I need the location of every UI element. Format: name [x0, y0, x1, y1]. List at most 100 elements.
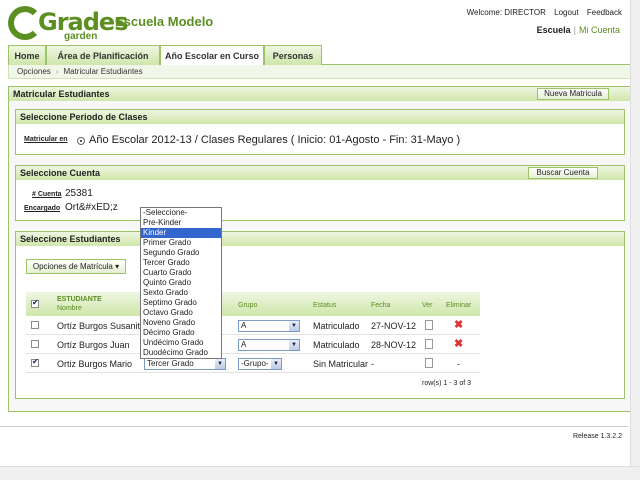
divider: |	[573, 25, 576, 35]
grupo-value: -Grupo-	[241, 359, 269, 368]
opciones-matricula-button[interactable]: Opciones de Matrícula ▾	[26, 259, 126, 274]
buscar-cuenta-button[interactable]: Buscar Cuenta	[528, 167, 598, 179]
status-text: Matriculado	[313, 340, 360, 350]
date-text: 28-NOV-12	[371, 340, 417, 350]
encargado-label: Encargado	[24, 205, 61, 212]
col-fecha[interactable]: Fecha	[371, 302, 390, 309]
dropdown-option[interactable]: Tercer Grado	[141, 258, 221, 268]
dropdown-option[interactable]: -Seleccione-	[141, 208, 221, 218]
col-estatus[interactable]: Estatus	[313, 302, 336, 309]
logo-subtext: garden	[64, 31, 98, 42]
grado-select[interactable]: Tercer Grado ▼	[144, 358, 226, 370]
opciones-matricula-label: Opciones de Matrícula	[32, 262, 113, 271]
col-grupo[interactable]: Grupo	[238, 302, 257, 309]
nueva-matricula-button[interactable]: Nueva Matricula	[537, 88, 609, 100]
chevron-down-icon: ▼	[271, 359, 281, 369]
grupo-select[interactable]: -Grupo- ▼	[238, 358, 282, 370]
breadcrumb-chevron-icon: ›	[55, 67, 59, 76]
view-document-icon[interactable]	[425, 339, 433, 349]
mi-cuenta-link[interactable]: Mi Cuenta	[579, 25, 620, 35]
periodo-radio[interactable]	[77, 137, 85, 145]
delete-icon[interactable]: ✖	[454, 318, 463, 331]
matricular-en-label: Matricular en	[24, 136, 68, 143]
delete-icon[interactable]: ✖	[454, 337, 463, 350]
student-name: Ortíz Burgos Juan	[57, 340, 130, 350]
grupo-value: A	[241, 340, 247, 349]
table-row: Ortíz Burgos Susanita A ▼ Matriculado 27-…	[26, 316, 480, 335]
periodo-value: Año Escolar 2012-13 / Clases Regulares (…	[89, 134, 461, 146]
view-document-icon[interactable]	[425, 358, 433, 368]
grid-header: ESTUDIANTE Nombre Grupo Estatus Fecha Ve…	[26, 292, 480, 316]
tab-ano-escolar[interactable]: Año Escolar en Curso	[160, 45, 264, 65]
pager-text: row(s) 1 - 3 of 3	[422, 380, 472, 387]
chevron-down-icon: ▼	[289, 340, 299, 350]
chevron-down-icon: ▼	[289, 321, 299, 331]
col-estudiante: ESTUDIANTE	[57, 296, 102, 303]
col-eliminar: Eliminar	[446, 302, 472, 309]
estudiantes-title: Seleccione Estudiantes	[16, 232, 624, 246]
breadcrumb-opciones[interactable]: Opciones	[17, 67, 51, 76]
dropdown-option-highlighted[interactable]: Kinder	[141, 228, 221, 238]
periodo-section: Seleccione Periodo de Clases Matricular …	[15, 109, 625, 155]
cuenta-num-label: # Cuenta	[32, 191, 62, 198]
vertical-scrollbar[interactable]	[630, 0, 640, 466]
matricular-panel: Matricular Estudiantes Nueva Matricula S…	[8, 86, 632, 412]
dropdown-option[interactable]: Duodécimo Grado	[141, 348, 221, 358]
col-ver: Ver	[422, 302, 433, 309]
cuenta-section: Seleccione Cuenta Buscar Cuenta # Cuenta…	[15, 165, 625, 221]
breadcrumb: Opciones › Matricular Estudiantes	[8, 65, 632, 79]
welcome-text: Welcome: DIRECTOR	[466, 8, 546, 17]
dropdown-option[interactable]: Segundo Grado	[141, 248, 221, 258]
feedback-link[interactable]: Feedback	[587, 8, 622, 17]
release-text: Release 1.3.2.2	[572, 433, 622, 440]
dropdown-option[interactable]: Octavo Grado	[141, 308, 221, 318]
grades-garden-logo[interactable]: Grades garden	[8, 6, 128, 42]
dropdown-option[interactable]: Cuarto Grado	[141, 268, 221, 278]
select-all-checkbox[interactable]	[31, 298, 39, 308]
date-text: 27-NOV-12	[371, 321, 417, 331]
row-checkbox[interactable]	[31, 321, 39, 329]
tab-personas[interactable]: Personas	[264, 45, 322, 65]
logo-g-mark	[8, 6, 42, 40]
col-nombre[interactable]: Nombre	[57, 305, 82, 312]
table-row: Ortíz Burgos Juan A ▼ Matriculado 28-NOV-…	[26, 335, 480, 354]
dropdown-option[interactable]: Undécimo Grado	[141, 338, 221, 348]
date-text: -	[371, 359, 374, 369]
dropdown-option[interactable]: Noveno Grado	[141, 318, 221, 328]
tab-home[interactable]: Home	[8, 45, 46, 65]
cuenta-num-value: 25381	[65, 188, 93, 199]
chevron-down-icon: ▼	[215, 359, 225, 369]
dropdown-option[interactable]: Primer Grado	[141, 238, 221, 248]
grupo-value: A	[241, 321, 247, 330]
student-name: Ortiz Burgos Mario	[57, 359, 133, 369]
table-row: Ortiz Burgos Mario Tercer Grado ▼ -Grupo-…	[26, 354, 480, 373]
status-text: Matriculado	[313, 321, 360, 331]
grado-value: Tercer Grado	[147, 359, 194, 368]
tab-area-planificacion[interactable]: Área de Planificación	[46, 45, 160, 65]
dropdown-option[interactable]: Sexto Grado	[141, 288, 221, 298]
student-name: Ortíz Burgos Susanita	[57, 321, 146, 331]
view-document-icon[interactable]	[425, 320, 433, 330]
grupo-select[interactable]: A ▼	[238, 320, 300, 332]
main-nav: Home Área de Planificación Año Escolar e…	[8, 45, 632, 65]
status-text: Sin Matricular	[313, 359, 369, 369]
dropdown-option[interactable]: Quinto Grado	[141, 278, 221, 288]
estudiantes-section: Seleccione Estudiantes Opciones de Matrí…	[15, 231, 625, 399]
breadcrumb-current: Matricular Estudiantes	[63, 67, 143, 76]
horizontal-scrollbar[interactable]	[0, 466, 640, 480]
dropdown-option[interactable]: Décimo Grado	[141, 328, 221, 338]
no-delete-dash: -	[457, 359, 460, 369]
account-links: Escuela | Mi Cuenta	[537, 25, 620, 35]
grupo-select[interactable]: A ▼	[238, 339, 300, 351]
periodo-title: Seleccione Periodo de Clases	[16, 110, 624, 124]
encargado-value: Ort&#xED;z	[65, 202, 118, 213]
row-checkbox[interactable]	[31, 340, 39, 348]
row-checkbox[interactable]	[31, 357, 39, 367]
chevron-down-icon: ▾	[115, 262, 120, 271]
dropdown-option[interactable]: Septimo Grado	[141, 298, 221, 308]
dropdown-option[interactable]: Pre-Kinder	[141, 218, 221, 228]
logout-link[interactable]: Logout	[554, 8, 578, 17]
footer-divider	[0, 426, 628, 427]
escuela-link[interactable]: Escuela	[537, 25, 571, 35]
school-name: Escuela Modelo	[115, 14, 214, 29]
